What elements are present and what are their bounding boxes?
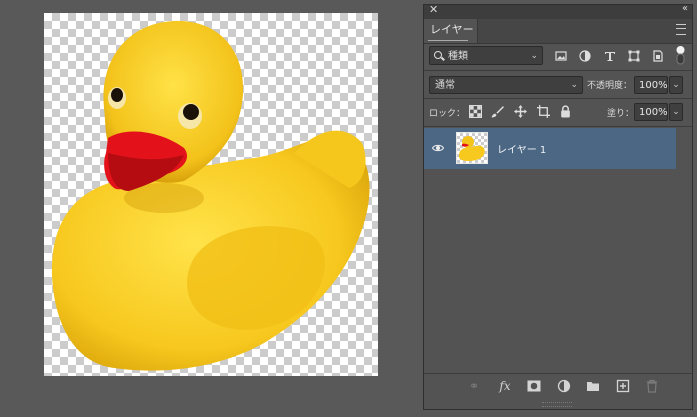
- filter-toggle-icon[interactable]: [676, 45, 685, 65]
- divider: [424, 126, 692, 127]
- collapse-icon[interactable]: ‹‹: [682, 3, 688, 14]
- smartobject-filter-icon[interactable]: [652, 50, 664, 62]
- lock-transparent-pixels-icon[interactable]: [469, 105, 482, 118]
- fill-label: 塗り：: [607, 109, 635, 119]
- tab-layers[interactable]: レイヤー: [424, 19, 478, 43]
- document-canvas[interactable]: [44, 13, 378, 376]
- image-filter-icon[interactable]: [555, 50, 567, 62]
- tab-underline: [428, 40, 468, 41]
- shape-filter-icon[interactable]: [628, 50, 640, 62]
- layer-thumbnail[interactable]: [456, 132, 488, 164]
- blend-mode-select[interactable]: 通常 ⌄: [429, 76, 583, 94]
- adjustment-icon[interactable]: [557, 379, 571, 393]
- new-layer-icon[interactable]: [616, 379, 630, 393]
- filter-kind-label: 種類: [448, 51, 468, 62]
- adjustment-filter-icon[interactable]: [579, 50, 591, 62]
- search-icon: [434, 51, 442, 59]
- lock-label: ロック：: [429, 109, 466, 119]
- panel-menu-icon[interactable]: [676, 24, 686, 35]
- tab-layers-label: レイヤー: [430, 23, 474, 36]
- text-filter-icon[interactable]: [604, 50, 616, 62]
- layers-panel: ✕ ‹‹ レイヤー 種類 ⌄ 通常 ⌄ 不透明度： 100% ⌄ ロック： 塗り…: [423, 3, 693, 410]
- lock-position-icon[interactable]: [514, 105, 527, 118]
- divider: [424, 70, 692, 71]
- opacity-dropdown-button[interactable]: ⌄: [669, 76, 683, 94]
- folder-icon[interactable]: [586, 379, 600, 393]
- lock-artboard-icon[interactable]: [537, 105, 550, 118]
- fx-icon[interactable]: fx: [497, 379, 513, 393]
- layer-name[interactable]: レイヤー 1: [497, 141, 546, 156]
- panel-tab-row: レイヤー: [424, 19, 692, 44]
- trash-icon[interactable]: [645, 379, 659, 393]
- panel-resize-grip[interactable]: [542, 402, 572, 407]
- layer-filter-select[interactable]: 種類 ⌄: [429, 46, 543, 65]
- opacity-input[interactable]: 100%: [634, 76, 668, 94]
- layer-row[interactable]: レイヤー 1: [424, 128, 676, 169]
- rubber-duck-image: [51, 20, 370, 371]
- blend-mode-label: 通常: [435, 80, 455, 91]
- opacity-label: 不透明度：: [587, 81, 633, 91]
- mask-icon[interactable]: [527, 379, 541, 393]
- panel-bottom-toolbar: ⚭ fx: [424, 373, 692, 399]
- close-icon[interactable]: ✕: [429, 3, 438, 16]
- layer-thumbnail-duck-icon: [459, 136, 485, 162]
- lock-image-pixels-icon[interactable]: [491, 105, 504, 118]
- visibility-eye-icon[interactable]: [432, 142, 444, 154]
- chevron-down-icon: ⌄: [570, 80, 578, 90]
- canvas-workspace[interactable]: [0, 0, 423, 417]
- panel-title-bar: ✕ ‹‹: [424, 3, 692, 19]
- fill-dropdown-button[interactable]: ⌄: [669, 103, 683, 121]
- chevron-down-icon: ⌄: [530, 51, 538, 61]
- divider: [424, 98, 692, 99]
- fill-input[interactable]: 100%: [634, 103, 668, 121]
- link-icon[interactable]: ⚭: [467, 379, 481, 393]
- lock-all-icon[interactable]: [559, 105, 572, 118]
